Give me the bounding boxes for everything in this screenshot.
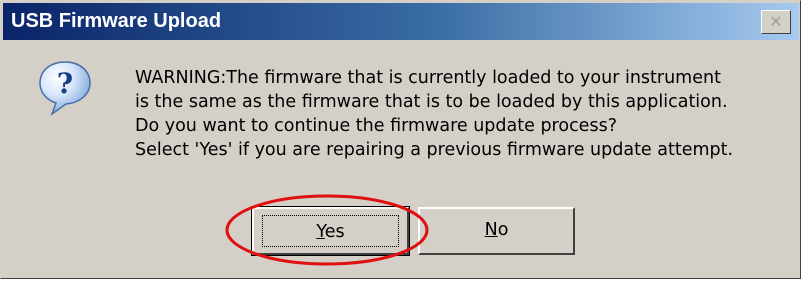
yes-mnemonic: Y xyxy=(316,222,325,242)
no-mnemonic: N xyxy=(484,220,498,240)
title-bar[interactable]: USB Firmware Upload ✕ xyxy=(3,3,799,40)
question-icon: ? xyxy=(39,61,91,117)
message-line: WARNING:The firmware that is currently l… xyxy=(135,68,721,88)
dialog-window: USB Firmware Upload ✕ ? WARNING:The firm… xyxy=(0,0,801,279)
window-title: USB Firmware Upload xyxy=(11,10,222,32)
message-line: Do you want to continue the firmware upd… xyxy=(135,116,617,136)
message-text: WARNING:The firmware that is currently l… xyxy=(135,66,733,162)
yes-label-rest: es xyxy=(324,222,345,242)
close-button[interactable]: ✕ xyxy=(761,10,791,34)
message-line: is the same as the firmware that is to b… xyxy=(135,92,728,112)
yes-button[interactable]: Yes xyxy=(251,206,410,256)
close-icon: ✕ xyxy=(769,12,783,31)
focus-rectangle: Yes xyxy=(262,215,399,247)
no-label-rest: o xyxy=(497,220,509,240)
message-line: Select 'Yes' if you are repairing a prev… xyxy=(135,140,734,160)
no-button[interactable]: No xyxy=(418,207,575,255)
question-glyph: ? xyxy=(57,67,73,100)
